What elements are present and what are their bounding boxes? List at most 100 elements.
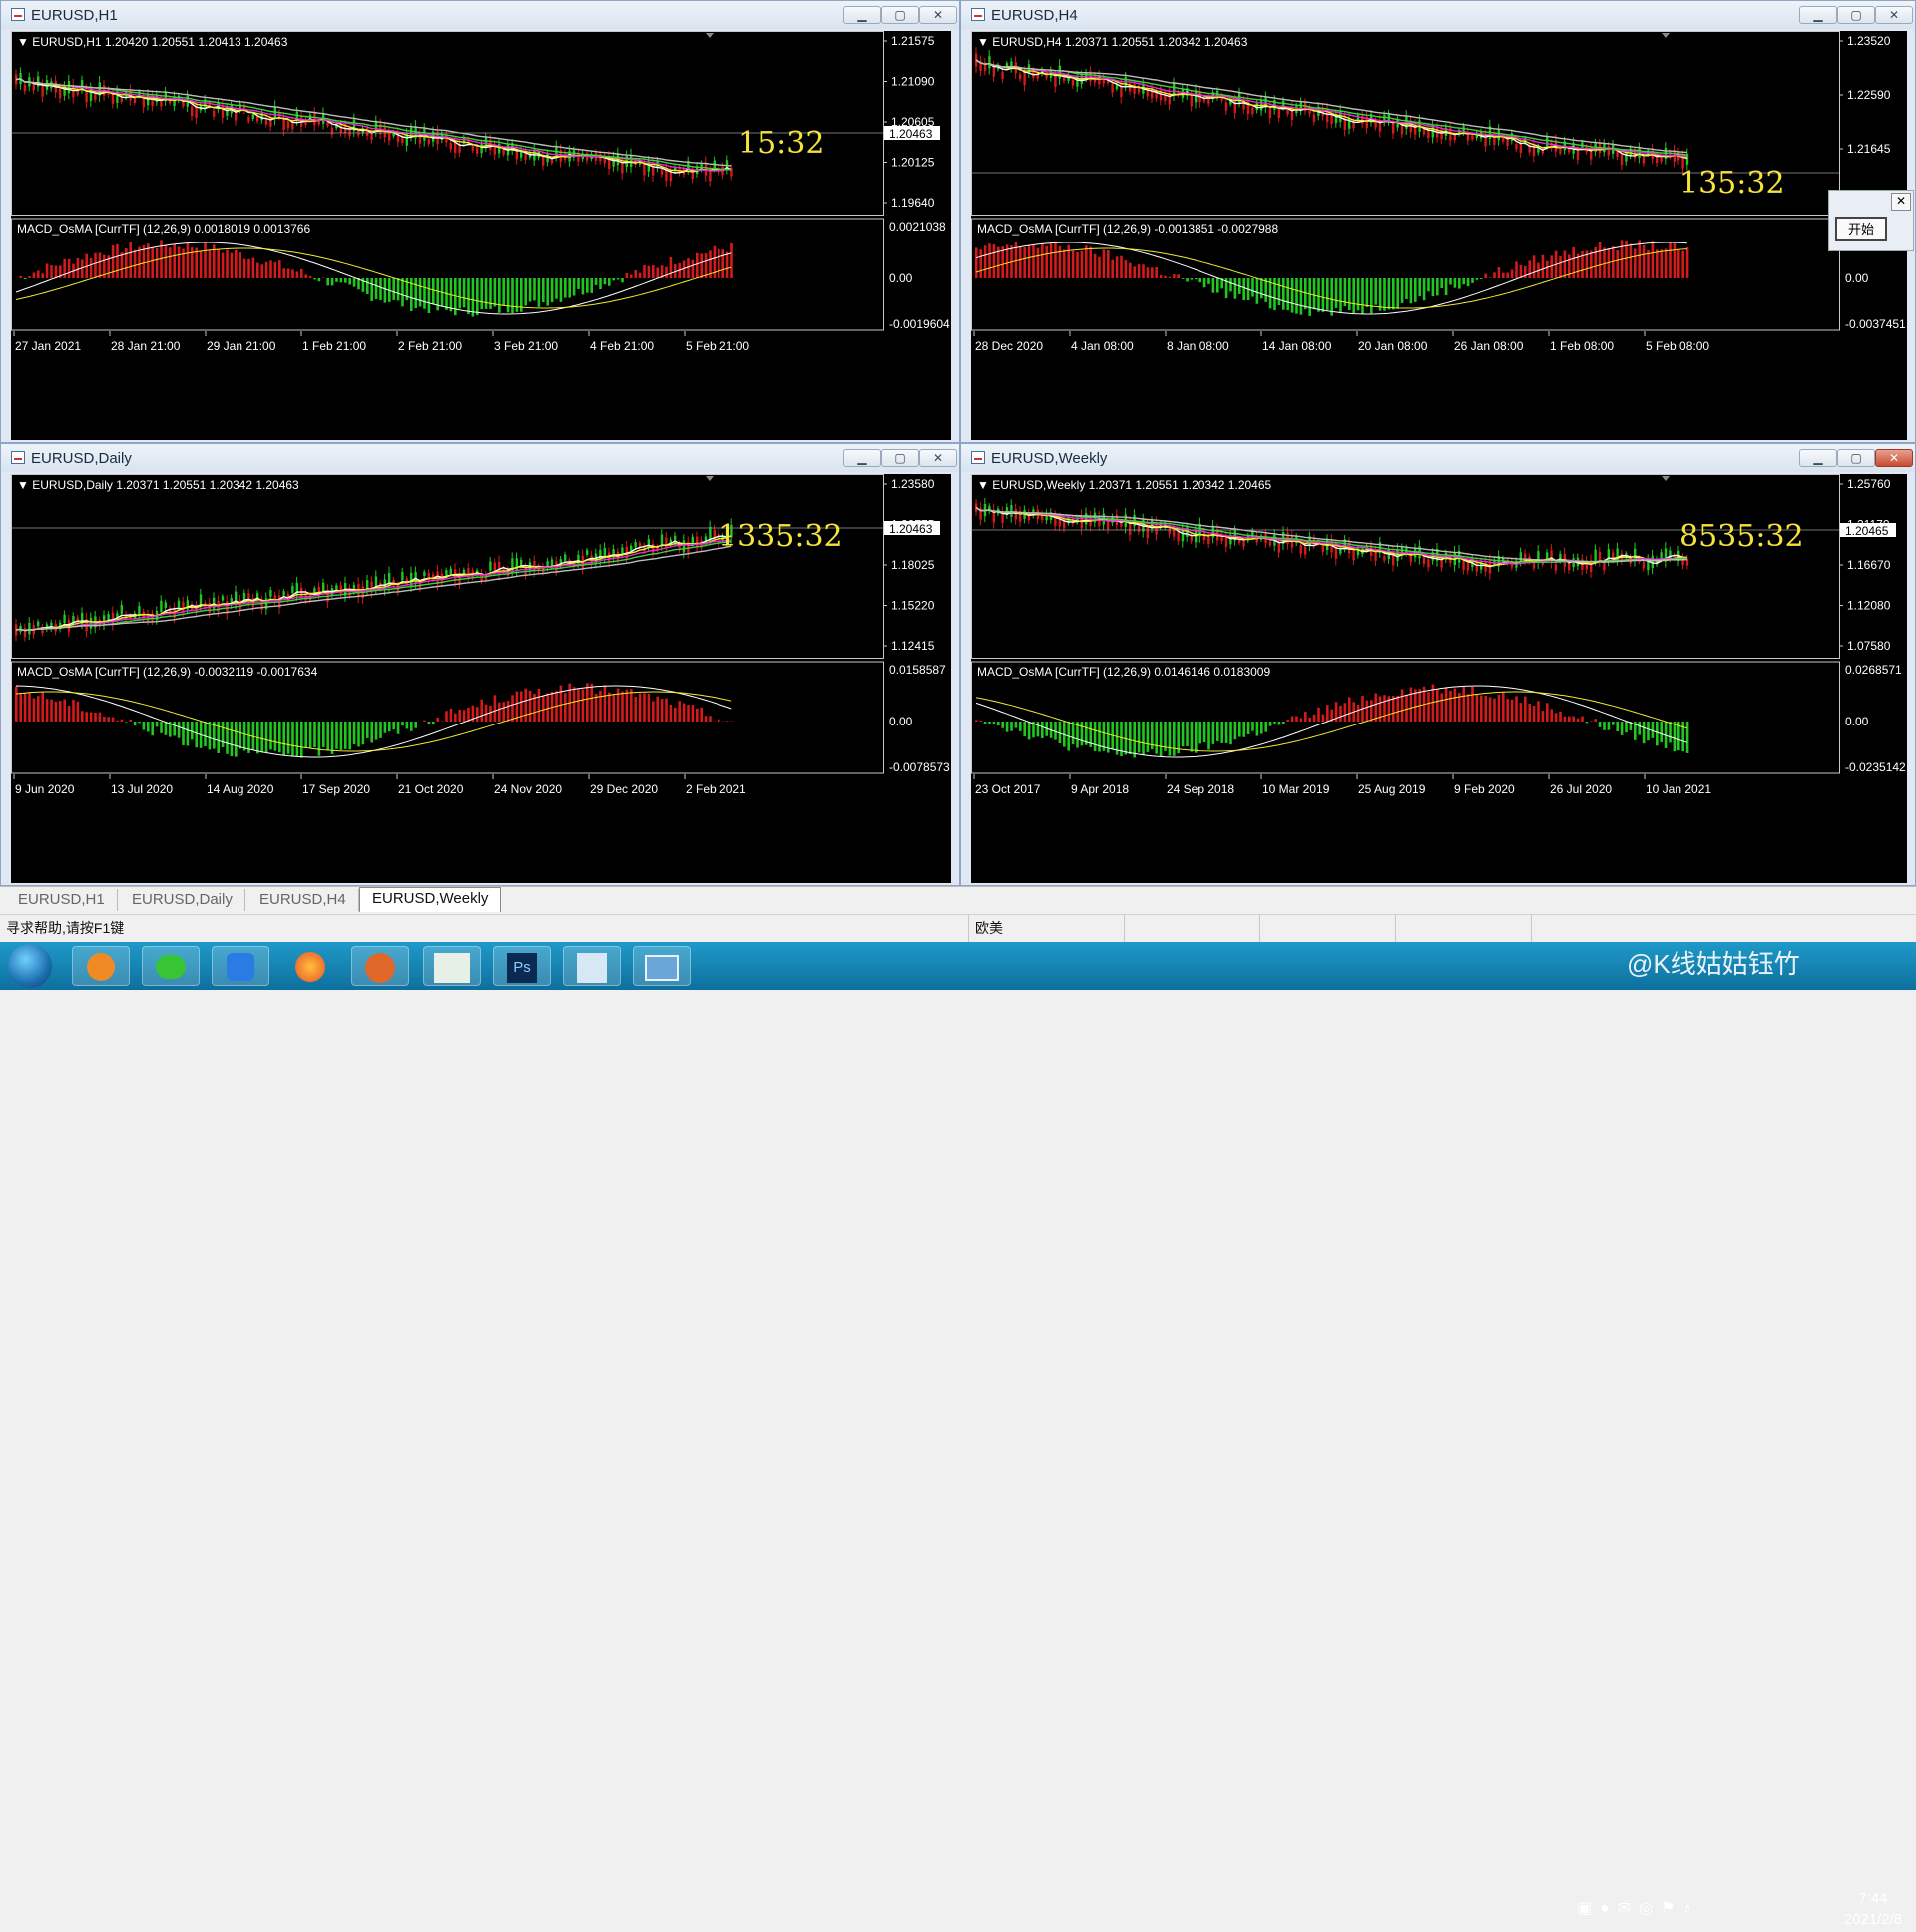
candle-body — [77, 618, 79, 624]
macd-histogram-bar — [687, 705, 690, 722]
price-chart[interactable]: ▼ EURUSD,Daily 1.20371 1.20551 1.20342 1… — [11, 474, 951, 883]
macd-histogram-bar — [55, 265, 58, 278]
system-tray-icons[interactable]: ▣●✉◎⚑♪ — [1567, 1884, 1766, 1932]
close-button[interactable]: ✕ — [919, 6, 957, 24]
price-chart[interactable]: ▼ EURUSD,H4 1.20371 1.20551 1.20342 1.20… — [971, 31, 1907, 440]
minimize-button[interactable]: ▁ — [843, 449, 881, 467]
macd-histogram-bar — [182, 722, 185, 745]
maximize-button[interactable]: ▢ — [1837, 6, 1875, 24]
close-button[interactable]: ✕ — [919, 449, 957, 467]
macd-histogram-bar — [1603, 722, 1606, 730]
macd-histogram-bar — [480, 700, 483, 722]
candle-body — [160, 601, 162, 612]
picture-viewer-icon[interactable] — [633, 946, 691, 986]
paint-icon[interactable] — [563, 946, 621, 986]
macd-label: MACD_OsMA [CurrTF] (12,26,9) -0.0032119 … — [17, 665, 318, 679]
macd-histogram-bar — [63, 699, 66, 722]
metatrader-icon[interactable] — [423, 946, 481, 986]
taskbar-app-icon[interactable] — [72, 946, 130, 986]
macd-label: MACD_OsMA [CurrTF] (12,26,9) 0.0018019 0… — [17, 222, 310, 236]
macd-histogram-bar — [480, 278, 483, 309]
minimize-button[interactable]: ▁ — [1799, 6, 1837, 24]
maximize-button[interactable]: ▢ — [881, 449, 919, 467]
tab-eurusd-daily[interactable]: EURUSD,Daily — [120, 889, 245, 911]
tab-eurusd-h4[interactable]: EURUSD,H4 — [247, 889, 359, 911]
chart-header: ▼ EURUSD,Weekly 1.20371 1.20551 1.20342 … — [977, 478, 1272, 492]
candle-body — [564, 555, 566, 561]
window-titlebar[interactable]: EURUSD,H4 ▁ ▢ ✕ — [961, 1, 1915, 29]
candle-body — [445, 570, 447, 575]
chart-window[interactable]: EURUSD,Weekly ▁ ▢ ✕ ▼ EURUSD,Weekly 1.20… — [960, 443, 1916, 886]
photoshop-icon[interactable]: Ps — [493, 946, 551, 986]
macd-histogram-bar — [1630, 244, 1633, 278]
macd-histogram-bar — [604, 278, 607, 284]
candle-body — [1339, 550, 1341, 554]
candle-body — [1594, 550, 1596, 561]
price-tick-label: 1.12080 — [1847, 599, 1891, 613]
candle-body — [291, 586, 293, 593]
status-cell — [1124, 915, 1260, 943]
macd-histogram-bar — [331, 722, 334, 754]
window-titlebar[interactable]: EURUSD,Daily ▁ ▢ ✕ — [1, 444, 959, 472]
minimize-button[interactable]: ▁ — [1799, 449, 1837, 467]
macd-label: MACD_OsMA [CurrTF] (12,26,9) -0.0013851 … — [977, 222, 1278, 236]
price-chart[interactable]: ▼ EURUSD,H1 1.20420 1.20551 1.20413 1.20… — [11, 31, 951, 440]
maximize-button[interactable]: ▢ — [881, 6, 919, 24]
macd-histogram-bar — [19, 693, 22, 722]
start-orb-icon[interactable] — [8, 944, 52, 988]
candle-body — [1361, 115, 1363, 124]
firefox-icon[interactable] — [281, 946, 339, 986]
macd-histogram-bar — [984, 245, 987, 278]
candle-body — [287, 122, 289, 129]
notes-icon[interactable] — [212, 946, 269, 986]
candle-body — [1129, 522, 1131, 535]
chart-window[interactable]: EURUSD,Daily ▁ ▢ ✕ ▼ EURUSD,Daily 1.2037… — [0, 443, 960, 886]
macd-histogram-bar — [1432, 278, 1435, 296]
chart-window[interactable]: EURUSD,H1 ▁ ▢ ✕ ▼ EURUSD,H1 1.20420 1.20… — [0, 0, 960, 443]
candle-body — [696, 537, 698, 547]
tab-eurusd-h1[interactable]: EURUSD,H1 — [6, 889, 118, 911]
macd-histogram-bar — [1577, 719, 1580, 722]
price-pane-frame — [12, 475, 884, 659]
candle-body — [274, 595, 276, 602]
macd-histogram-bar — [1511, 700, 1514, 722]
macd-histogram-bar — [524, 689, 527, 722]
macd-tick-label: 0.00 — [1845, 715, 1869, 728]
candle-body — [1484, 562, 1486, 572]
candle-body — [41, 85, 43, 97]
macd-histogram-bar — [28, 276, 31, 278]
macd-histogram-bar — [634, 697, 637, 722]
close-button[interactable]: ✕ — [1875, 449, 1913, 467]
close-button[interactable]: ✕ — [1875, 6, 1913, 24]
macd-histogram-bar — [1054, 722, 1057, 740]
macd-histogram-bar — [1116, 256, 1119, 278]
minimize-button[interactable]: ▁ — [843, 6, 881, 24]
macd-histogram-bar — [1643, 245, 1646, 278]
chart-window[interactable]: EURUSD,H4 ▁ ▢ ✕ ▼ EURUSD,H4 1.20371 1.20… — [960, 0, 1916, 443]
macd-histogram-bar — [1207, 278, 1210, 284]
macd-histogram-bar — [1374, 278, 1377, 305]
start-button[interactable]: 开始 — [1835, 217, 1887, 241]
start-widget-close[interactable]: ✕ — [1891, 193, 1911, 211]
tab-eurusd-weekly[interactable]: EURUSD,Weekly — [359, 887, 501, 912]
window-titlebar[interactable]: EURUSD,H1 ▁ ▢ ✕ — [1, 1, 959, 29]
macd-histogram-bar — [568, 278, 571, 298]
macd-histogram-bar — [1001, 722, 1004, 728]
macd-histogram-bar — [1282, 722, 1285, 724]
macd-histogram-bar — [278, 722, 281, 752]
macd-histogram-bar — [41, 273, 44, 278]
price-chart[interactable]: ▼ EURUSD,Weekly 1.20371 1.20551 1.20342 … — [971, 474, 1907, 883]
macd-histogram-bar — [388, 722, 391, 731]
macd-histogram-bar — [1260, 722, 1263, 733]
clock[interactable]: 7:44 2021/2/8 — [1838, 1884, 1908, 1932]
bandit-app-icon[interactable] — [351, 946, 409, 986]
macd-histogram-bar — [72, 700, 75, 722]
macd-histogram-bar — [1476, 694, 1479, 722]
wechat-icon[interactable] — [142, 946, 200, 986]
macd-histogram-bar — [1300, 278, 1303, 315]
macd-histogram-bar — [1383, 695, 1386, 722]
maximize-button[interactable]: ▢ — [1837, 449, 1875, 467]
window-titlebar[interactable]: EURUSD,Weekly ▁ ▢ ✕ — [961, 444, 1915, 472]
macd-histogram-bar — [1251, 278, 1254, 297]
macd-histogram-bar — [700, 708, 703, 722]
